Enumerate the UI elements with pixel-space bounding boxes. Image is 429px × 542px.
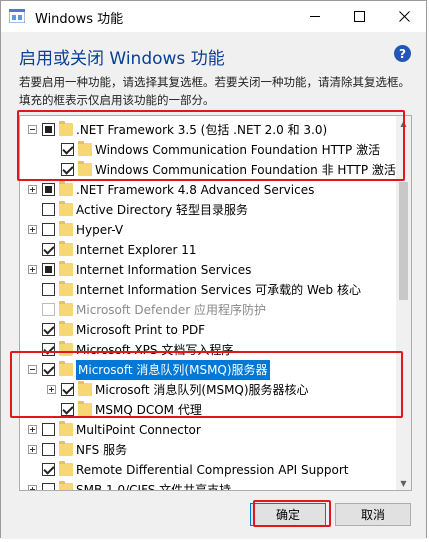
feature-row[interactable]: MultiPoint Connector bbox=[20, 420, 400, 440]
feature-checkbox[interactable] bbox=[42, 323, 55, 336]
dialog-heading: 启用或关闭 Windows 功能 bbox=[19, 49, 225, 69]
title-bar[interactable]: Windows 功能 bbox=[1, 1, 426, 32]
feature-checkbox[interactable] bbox=[42, 483, 55, 490]
maximize-icon bbox=[353, 11, 365, 22]
feature-label[interactable]: MultiPoint Connector bbox=[76, 420, 201, 440]
feature-checkbox[interactable] bbox=[42, 263, 55, 276]
feature-label[interactable]: Active Directory 轻型目录服务 bbox=[76, 200, 248, 220]
folder-icon bbox=[59, 421, 73, 436]
feature-checkbox[interactable] bbox=[42, 243, 55, 256]
folder-icon bbox=[59, 201, 73, 216]
minimize-icon bbox=[309, 16, 320, 17]
feature-label[interactable]: Internet Explorer 11 bbox=[76, 240, 197, 260]
minimize-button[interactable] bbox=[293, 1, 337, 32]
folder-icon bbox=[59, 461, 73, 476]
cancel-button-label: 取消 bbox=[360, 508, 385, 522]
feature-row[interactable]: .NET Framework 4.8 Advanced Services bbox=[20, 180, 400, 200]
feature-label[interactable]: Internet Information Services bbox=[76, 260, 251, 280]
folder-icon bbox=[59, 481, 73, 490]
feature-row[interactable]: Internet Information Services 可承载的 Web 核… bbox=[20, 280, 400, 300]
windows-features-icon bbox=[9, 9, 25, 23]
folder-icon bbox=[59, 241, 73, 256]
feature-checkbox[interactable] bbox=[42, 463, 55, 476]
folder-icon bbox=[59, 281, 73, 296]
maximize-button[interactable] bbox=[337, 1, 381, 32]
feature-label[interactable]: Microsoft Print to PDF bbox=[76, 320, 205, 340]
feature-label[interactable]: Microsoft Defender 应用程序防护 bbox=[76, 300, 266, 320]
feature-label[interactable]: SMB 1.0/CIFS 文件共享支持 bbox=[76, 480, 231, 490]
feature-row[interactable]: Active Directory 轻型目录服务 bbox=[20, 200, 400, 220]
feature-checkbox[interactable] bbox=[42, 283, 55, 296]
feature-checkbox[interactable] bbox=[42, 223, 55, 236]
help-icon[interactable]: ? bbox=[394, 45, 411, 62]
expand-icon[interactable] bbox=[28, 445, 37, 454]
cancel-button[interactable]: 取消 bbox=[335, 503, 411, 526]
scroll-down-icon[interactable]: ▼ bbox=[396, 476, 411, 490]
close-icon bbox=[398, 11, 410, 22]
expand-icon[interactable] bbox=[28, 425, 37, 434]
feature-checkbox[interactable] bbox=[42, 203, 55, 216]
feature-row[interactable]: Remote Differential Compression API Supp… bbox=[20, 460, 400, 480]
folder-icon bbox=[59, 321, 73, 336]
folder-icon bbox=[59, 301, 73, 316]
expand-icon[interactable] bbox=[28, 265, 37, 274]
feature-label[interactable]: .NET Framework 4.8 Advanced Services bbox=[76, 180, 314, 200]
feature-checkbox[interactable] bbox=[42, 443, 55, 456]
folder-icon bbox=[59, 221, 73, 236]
scrollbar-thumb[interactable] bbox=[399, 182, 408, 300]
feature-label[interactable]: Hyper-V bbox=[76, 220, 123, 240]
dialog-content: 启用或关闭 Windows 功能 ? 若要启用一种功能，请选择其复选框。若要关闭… bbox=[1, 32, 426, 539]
close-button[interactable] bbox=[382, 1, 426, 32]
feature-label[interactable]: NFS 服务 bbox=[76, 440, 127, 460]
feature-row[interactable]: Hyper-V bbox=[20, 220, 400, 240]
highlight-box-ok bbox=[253, 500, 331, 527]
window-title: Windows 功能 bbox=[35, 12, 124, 27]
feature-checkbox[interactable] bbox=[42, 183, 55, 196]
folder-icon bbox=[59, 181, 73, 196]
expand-icon[interactable] bbox=[28, 485, 37, 490]
feature-checkbox[interactable] bbox=[42, 423, 55, 436]
dialog-description: 若要启用一种功能，请选择其复选框。若要关闭一种功能，请清除其复选框。填充的框表示… bbox=[19, 75, 410, 107]
highlight-box-msmq bbox=[10, 351, 403, 418]
expand-icon[interactable] bbox=[28, 185, 37, 194]
feature-row[interactable]: Internet Explorer 11 bbox=[20, 240, 400, 260]
windows-features-dialog: Windows 功能 启用或关闭 Windows 功能 ? 若要启用一种功能，请… bbox=[0, 0, 427, 539]
feature-row[interactable]: SMB 1.0/CIFS 文件共享支持 bbox=[20, 480, 400, 490]
feature-checkbox bbox=[42, 303, 55, 316]
folder-icon bbox=[59, 441, 73, 456]
feature-label[interactable]: Remote Differential Compression API Supp… bbox=[76, 460, 348, 480]
expand-icon[interactable] bbox=[28, 225, 37, 234]
feature-row[interactable]: Internet Information Services bbox=[20, 260, 400, 280]
feature-label[interactable]: Internet Information Services 可承载的 Web 核… bbox=[76, 280, 361, 300]
feature-row[interactable]: Microsoft Defender 应用程序防护 bbox=[20, 300, 400, 320]
feature-row[interactable]: Microsoft Print to PDF bbox=[20, 320, 400, 340]
highlight-box-netfx bbox=[17, 110, 405, 181]
folder-icon bbox=[59, 261, 73, 276]
feature-row[interactable]: NFS 服务 bbox=[20, 440, 400, 460]
